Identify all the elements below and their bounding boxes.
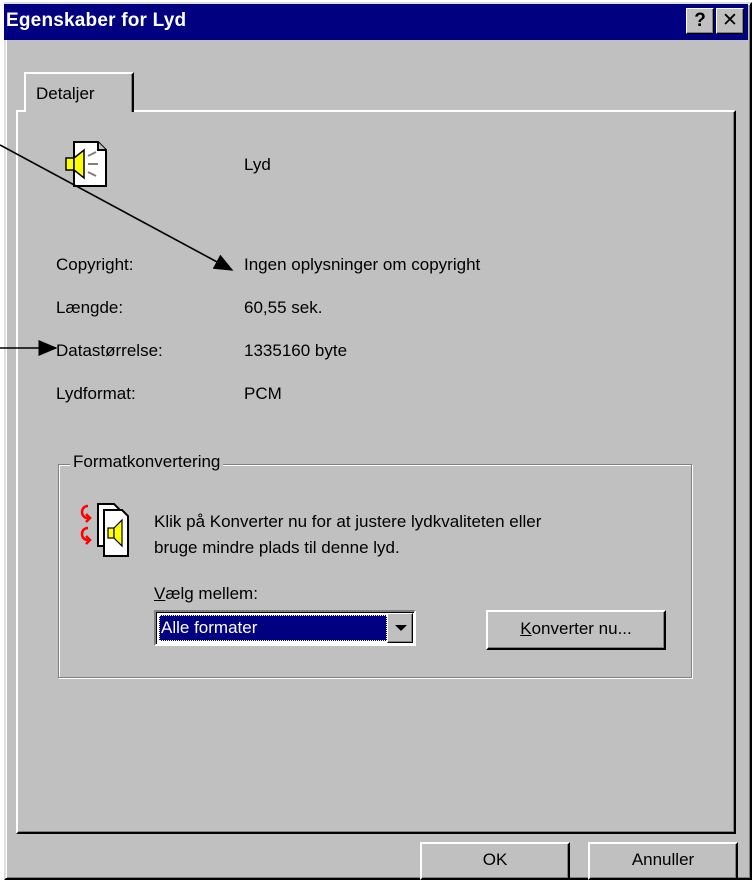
format-label: Lydformat: (56, 384, 136, 403)
cancel-button[interactable]: Annuller (588, 842, 738, 880)
tab-details[interactable]: Detaljer (24, 72, 134, 112)
close-icon: ✕ (722, 10, 738, 31)
help-icon: ? (694, 10, 706, 31)
copyright-label: Copyright: (56, 255, 134, 274)
title-bar[interactable]: Egenskaber for Lyd ? ✕ (4, 4, 748, 40)
help-button[interactable]: ? (686, 8, 714, 34)
cancel-button-label: Annuller (631, 850, 695, 869)
conversion-description-line2: bruge mindre plads til denne lyd. (154, 538, 400, 557)
format-value: PCM (244, 384, 282, 403)
length-label: Længde: (56, 298, 124, 317)
size-value: 1335160 byte (244, 341, 348, 360)
length-value: 60,55 sek. (244, 298, 323, 317)
choose-format-label: Vælg mellem: (154, 584, 258, 604)
format-select-value: Alle formater (159, 615, 387, 641)
convert-sound-icon (80, 503, 129, 557)
file-name: Lyd (244, 155, 271, 174)
convert-now-accelerator: K (520, 619, 532, 638)
chevron-down-icon[interactable] (387, 613, 413, 643)
convert-now-label: onverter nu... (531, 619, 632, 638)
format-conversion-title: Formatkonvertering (70, 452, 224, 472)
ok-button[interactable]: OK (420, 842, 570, 880)
close-button[interactable]: ✕ (716, 8, 744, 34)
ok-button-label: OK (482, 850, 508, 869)
format-select[interactable]: Alle formater (154, 610, 416, 646)
window-title: Egenskaber for Lyd (6, 10, 187, 31)
convert-now-button[interactable]: Konverter nu... (486, 610, 666, 650)
sound-file-icon (65, 141, 107, 187)
tab-details-label: Detaljer (36, 84, 95, 103)
conversion-description-line1: Klik på Konverter nu for at justere lydk… (154, 512, 542, 531)
size-label: Datastørrelse: (56, 341, 163, 360)
choose-format-accelerator: V (154, 584, 166, 603)
copyright-value: Ingen oplysninger om copyright (244, 255, 481, 274)
choose-format-label-text: ælg mellem: (165, 584, 258, 603)
